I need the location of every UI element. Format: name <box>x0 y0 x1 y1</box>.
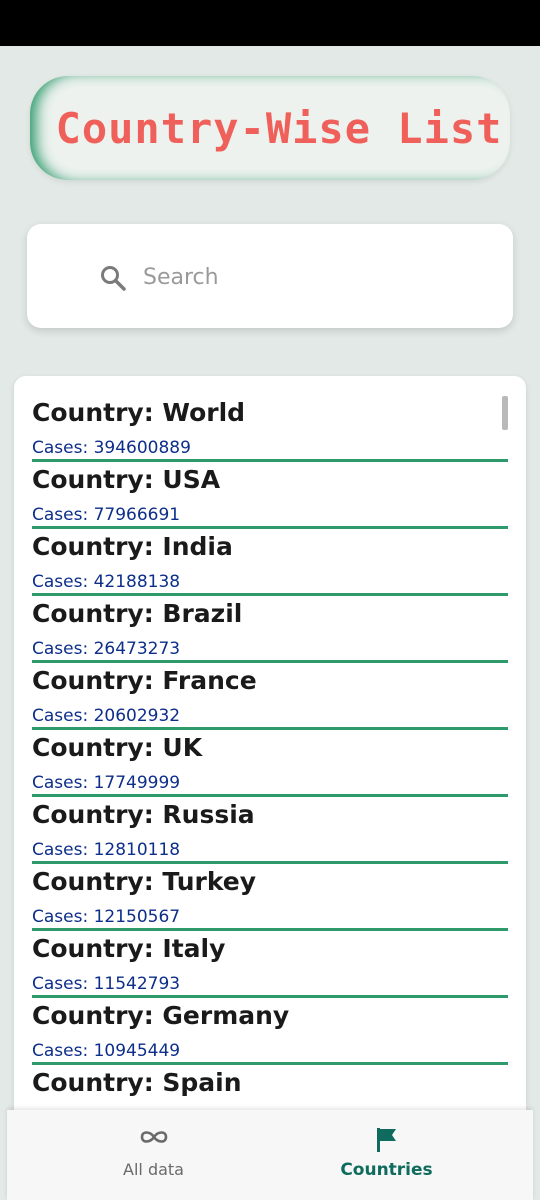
status-bar <box>0 0 540 46</box>
nav-countries[interactable]: Countries <box>255 1110 518 1200</box>
country-name: Country: France <box>32 666 257 695</box>
page-title: Country-Wise List <box>55 103 503 153</box>
flag-icon <box>376 1128 396 1152</box>
nav-all-data[interactable]: All data <box>22 1110 285 1200</box>
search-input[interactable] <box>143 254 503 300</box>
country-name: Country: World <box>32 398 246 427</box>
list-item[interactable]: Country: Germany Cases: 10945449 <box>32 979 508 1065</box>
list-item[interactable]: Country: France Cases: 20602932 <box>32 644 508 730</box>
list-item[interactable]: Country: Italy Cases: 11542793 <box>32 912 508 998</box>
country-name: Country: India <box>32 532 233 561</box>
country-name: Country: Spain <box>32 1068 242 1097</box>
country-name: Country: USA <box>32 465 221 494</box>
bottom-navigation: All data Countries <box>7 1110 533 1200</box>
header-card: Country-Wise List <box>30 76 510 180</box>
country-name: Country: Italy <box>32 934 226 963</box>
list-item[interactable]: Country: Spain <box>32 1046 508 1113</box>
nav-label: All data <box>123 1160 184 1179</box>
list-item[interactable]: Country: Russia Cases: 12810118 <box>32 778 508 864</box>
list-item[interactable]: Country: USA Cases: 77966691 <box>32 443 508 529</box>
country-name: Country: Brazil <box>32 599 243 628</box>
search-bar[interactable] <box>27 224 513 328</box>
infinity-icon <box>140 1131 167 1143</box>
search-icon <box>101 266 126 291</box>
list-item[interactable]: Country: Brazil Cases: 26473273 <box>32 577 508 663</box>
list-item[interactable]: Country: World Cases: 394600889 <box>32 376 508 462</box>
list-item[interactable]: Country: UK Cases: 17749999 <box>32 711 508 797</box>
list-item[interactable]: Country: Turkey Cases: 12150567 <box>32 845 508 931</box>
list-item[interactable]: Country: India Cases: 42188138 <box>32 510 508 596</box>
country-list[interactable]: Country: World Cases: 394600889 Country:… <box>14 376 526 1136</box>
country-name: Country: Russia <box>32 800 255 829</box>
country-name: Country: Germany <box>32 1001 290 1030</box>
nav-label: Countries <box>340 1160 433 1180</box>
country-name: Country: UK <box>32 733 203 762</box>
country-name: Country: Turkey <box>32 867 257 896</box>
